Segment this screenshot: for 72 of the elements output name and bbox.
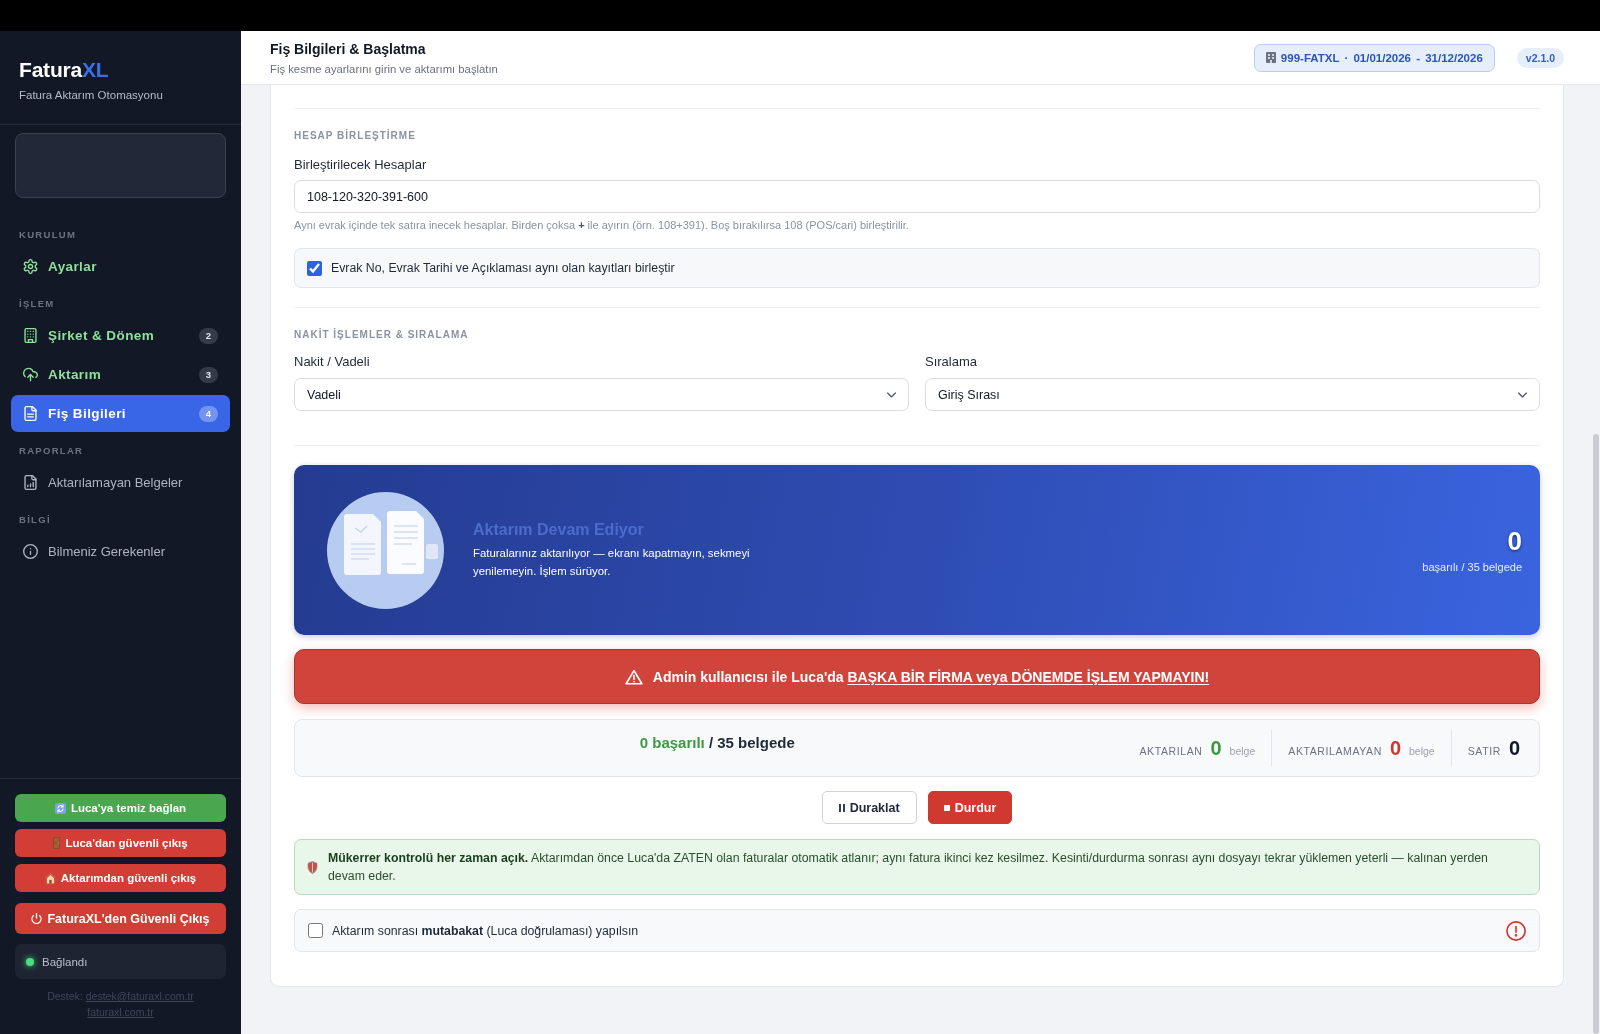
cloud-upload-icon — [23, 367, 38, 382]
help-text: Aynı evrak içinde tek satıra inecek hesaplar. Birden çoksa + ile ayırın (örn. 108+391). Boş bırakılırsa 108 (POS/cari) birleştirilir. — [294, 218, 910, 232]
section-heading: BİLGİ — [19, 514, 52, 526]
company-period-badge: 999-FATXL · 01/01/2026 - 31/12/2026 — [1253, 43, 1495, 72]
stop-icon — [943, 803, 950, 812]
nav-item[interactable]: Fiş Bilgileri 4 — [11, 395, 230, 432]
door-icon — [53, 837, 61, 849]
nav-item[interactable]: Aktarım 3 — [11, 356, 230, 393]
step-badge: 3 — [199, 366, 218, 383]
documents-icon — [327, 491, 444, 609]
stat-label: AKTARILAN — [1139, 744, 1203, 757]
field-label: Nakit / Vadeli — [294, 354, 371, 370]
checkbox-label: Evrak No, Evrak Tarihi ve Açıklaması aynı olan kayıtları birleştir — [331, 261, 675, 275]
refresh-icon — [54, 802, 66, 814]
settings-icon — [23, 259, 38, 274]
nav-item[interactable]: Ayarlar — [11, 248, 230, 285]
chevron-down-icon — [887, 391, 896, 398]
chart-document-icon — [23, 475, 38, 490]
sidebar-action-button[interactable]: Luca'dan güvenli çıkış — [15, 829, 226, 857]
banner-message: Faturalarınız aktarılıyor — ekranı kapatmayın, sekmeyi yenilemeyin. İşlem sürüyor. — [473, 546, 751, 579]
stat-value: 0 — [1508, 736, 1520, 760]
app-logo: FaturaXL — [19, 58, 110, 82]
section-title: HESAP BİRLEŞTİRME — [294, 129, 417, 143]
building-icon — [1265, 52, 1276, 63]
app-tagline: Fatura Aktarım Otomasyonu — [19, 88, 164, 103]
sidebar-action-button[interactable]: Aktarımdan güvenli çıkış — [15, 864, 226, 892]
nav-item[interactable]: Bilmeniz Gerekenler — [11, 533, 230, 570]
select-field[interactable]: Vadeli — [294, 378, 909, 411]
info-icon — [23, 544, 38, 559]
stat-unit: belge — [1229, 744, 1256, 757]
nav-item[interactable]: Şirket & Dönem 2 — [11, 317, 230, 354]
version-badge: v2.1.0 — [1516, 47, 1564, 68]
status-label: Bağlandı — [42, 955, 88, 968]
stat-label: SATIR — [1467, 744, 1501, 757]
section-heading: İŞLEM — [19, 298, 56, 310]
select-field[interactable]: Giriş Sırası — [925, 378, 1540, 411]
alert-icon — [1506, 920, 1526, 941]
section-heading: KURULUM — [19, 229, 78, 241]
progress-summary: 0 başarılı / 35 belgede — [638, 733, 796, 751]
stat-value: 0 — [1210, 736, 1222, 760]
scrollbar-thumb[interactable] — [1593, 434, 1599, 1034]
input-field[interactable]: 108-120-320-391-600 — [294, 180, 1540, 213]
count-caption: başarılı / 35 belgede — [1422, 560, 1522, 574]
stop-button[interactable]: Durdur — [927, 791, 1013, 824]
pause-icon — [838, 803, 845, 812]
section-title: NAKİT İŞLEMLER & SIRALAMA — [294, 328, 470, 342]
field-label: Sıralama — [925, 354, 979, 370]
warning-text: Admin kullanıcısı ile Luca'da BAŞKA BİR FİRMA veya DÖNEMDE İŞLEM YAPMAYIN! — [652, 668, 1210, 685]
chevron-down-icon — [1518, 391, 1527, 398]
step-badge: 4 — [199, 405, 218, 422]
stat-unit: belge — [1409, 744, 1435, 757]
page-title: Fiş Bilgileri & Başlatma — [270, 39, 427, 58]
checkbox[interactable] — [307, 260, 322, 276]
page-subtitle: Fiş kesme ayarlarını girin ve aktarımı başlatın — [270, 61, 498, 76]
pause-button[interactable]: Duraklat — [821, 791, 917, 824]
power-icon — [31, 913, 43, 924]
nav-item[interactable]: Aktarılamayan Belgeler — [11, 464, 230, 501]
warning-icon — [624, 668, 643, 685]
step-badge: 2 — [199, 327, 218, 344]
notice-text: Mükerrer kontrolü her zaman açık. Aktarımdan önce Luca'da ZATEN olan faturalar otomatik atlanır; aynı fatura ikinci kez kesilmez. Kesinti/durdurma sonrası aynı dosyayı tekrar yüklemen yeterli — kalınan yerden devam eder. — [328, 850, 1489, 885]
stat-value: 0 — [1389, 736, 1401, 760]
success-count: 0 — [1506, 526, 1522, 556]
section-heading: RAPORLAR — [19, 445, 85, 457]
house-icon — [44, 872, 56, 884]
building-icon — [23, 328, 38, 343]
sidebar-action-button[interactable]: FaturaXL'den Güvenli Çıkış — [15, 903, 226, 934]
shield-icon — [307, 860, 318, 874]
checkbox[interactable] — [308, 923, 323, 938]
stat-label: AKTARILAMAYAN — [1288, 744, 1382, 757]
document-icon — [23, 406, 38, 421]
checkbox-label: Aktarım sonrası mutabakat (Luca doğrulaması) yapılsın — [332, 923, 639, 938]
field-label: Birleştirilecek Hesaplar — [294, 157, 428, 173]
